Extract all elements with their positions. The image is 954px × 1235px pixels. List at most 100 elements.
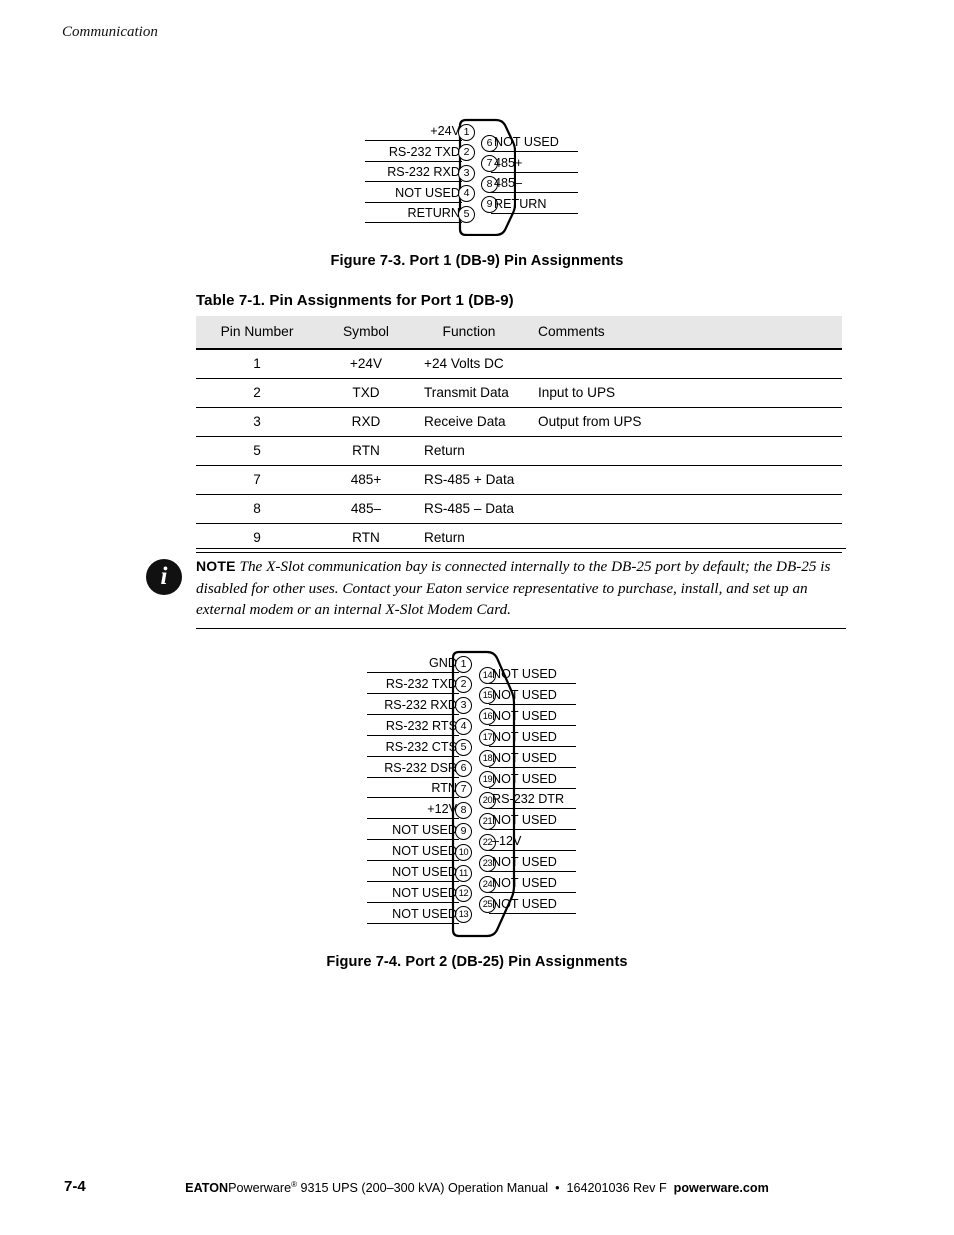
pin-lead-line <box>489 892 576 893</box>
pin-label-8: 485– <box>494 176 523 191</box>
pin-7: 7 <box>455 780 472 798</box>
note-body-text: The X-Slot communication bay is connecte… <box>196 558 831 619</box>
pin-label-22: –12V <box>492 834 522 849</box>
pin-label-2: RS-232 TXD <box>388 144 460 159</box>
pin-label-13: NOT USED <box>392 906 457 921</box>
db9-connector-diagram: 1 +24V 2 RS-232 TXD 3 RS-232 RXD 4 NOT USED 5 RET… <box>0 118 954 236</box>
cell-symbol: RXD <box>318 407 414 437</box>
pin-lead-line <box>365 222 462 224</box>
pin-lead-line <box>489 871 576 873</box>
cell-function: RS-485 – Data <box>414 494 524 524</box>
pin-1: 1 <box>458 123 475 141</box>
pin-lead-line <box>489 850 576 852</box>
table-header-row: Pin Number Symbol Function Comments <box>196 316 842 349</box>
running-header-section: Communication <box>62 24 158 40</box>
pin-label-18: NOT USED <box>492 750 557 765</box>
note-keyword: NOTE <box>196 558 236 574</box>
cell-pin-number: 7 <box>196 465 318 495</box>
note-bottom-rule <box>196 627 846 629</box>
pin-10: 10 <box>455 843 472 861</box>
pin-lead-line <box>489 745 576 747</box>
pin-1: 1 <box>455 655 472 673</box>
pin-lead-line <box>365 201 462 203</box>
pin-lead-line <box>489 829 576 831</box>
pin-lead-line <box>367 713 459 715</box>
pin-label-9: RETURN <box>494 196 547 211</box>
pin-lead-line <box>367 797 459 799</box>
cell-comments <box>524 494 842 524</box>
pin-lead-line <box>489 912 576 914</box>
pin-lead-line <box>367 692 459 694</box>
info-icon: i <box>146 559 182 595</box>
pin-12: 12 <box>455 885 472 903</box>
pin-lead-line <box>491 151 578 152</box>
pin-4: 4 <box>455 718 472 736</box>
pin-label-11: NOT USED <box>392 865 457 879</box>
cell-symbol: 485+ <box>318 465 414 495</box>
pin-lead-line <box>489 703 576 705</box>
table-7-1-caption: Table 7-1. Pin Assignments for Port 1 (D… <box>196 292 514 309</box>
cell-symbol: TXD <box>318 378 414 408</box>
note-block: i NOTE The X-Slot communication bay is c… <box>146 548 846 629</box>
pin-label-2: RS-232 TXD <box>385 676 457 691</box>
pin-lead-line <box>367 839 459 841</box>
pin-lead-line <box>491 212 578 214</box>
column-header-symbol: Symbol <box>318 316 414 349</box>
pin-5: 5 <box>458 205 475 223</box>
pin-label-25: NOT USED <box>492 896 557 911</box>
pin-lead-line <box>491 192 578 194</box>
pin-label-19: NOT USED <box>492 771 557 786</box>
table-row: 7 485+ RS-485 + Data <box>196 465 842 495</box>
pin-lead-line <box>367 901 459 903</box>
pin-lead-line <box>367 755 459 757</box>
pin-label-24: NOT USED <box>492 876 557 890</box>
footer-doc-number: 164201036 Rev F <box>566 1181 667 1196</box>
pin-label-23: NOT USED <box>492 855 557 870</box>
table-row: 8 485– RS-485 – Data <box>196 494 842 524</box>
figure-7-4-caption: Figure 7-4. Port 2 (DB-25) Pin Assignmen… <box>326 954 628 970</box>
pin-label-5: RS-232 CTS <box>385 739 457 754</box>
pin-lead-line <box>367 776 459 778</box>
pin-lead-line <box>365 140 462 141</box>
cell-function: Receive Data <box>414 407 524 437</box>
cell-comments <box>524 465 842 495</box>
pin-2: 2 <box>458 144 475 162</box>
cell-symbol: 485– <box>318 494 414 524</box>
pin-3: 3 <box>458 164 475 182</box>
cell-pin-number: 2 <box>196 378 318 408</box>
pin-assignments-table: Pin Number Symbol Function Comments 1 +24… <box>196 316 842 553</box>
footer-description: 9315 UPS (200–300 kVA) Operation Manual <box>297 1181 549 1196</box>
table-row: 2 TXD Transmit Data Input to UPS <box>196 378 842 408</box>
figure-7-3-caption: Figure 7-3. Port 1 (DB-9) Pin Assignment… <box>330 253 624 269</box>
table-body: 1 +24V +24 Volts DC 2 TXD Transmit Data Input … <box>196 348 842 553</box>
note-text: NOTE The X-Slot communication bay is con… <box>196 555 846 621</box>
pin-label-21: NOT USED <box>492 813 557 828</box>
cell-function: Transmit Data <box>414 378 524 408</box>
db25-connector-diagram: 1 GND 2 RS-232 TXD 3 RS-232 RXD 4 RS-232 RTS 5 RS… <box>0 650 954 938</box>
pin-label-1: +24V <box>430 124 460 138</box>
pin-6: 6 <box>455 760 472 777</box>
footer-citation: EATONPowerware® 9315 UPS (200–300 kVA) O… <box>0 1180 954 1195</box>
pin-label-16: NOT USED <box>492 708 557 723</box>
pin-label-4: NOT USED <box>395 185 460 200</box>
pin-label-15: NOT USED <box>492 687 557 702</box>
pin-label-5: RETURN <box>407 206 460 221</box>
column-header-pin-number: Pin Number <box>196 316 318 349</box>
pin-lead-line <box>365 160 462 162</box>
cell-comments: Output from UPS <box>524 407 842 437</box>
pin-label-6: RS-232 DSR <box>384 760 457 775</box>
pin-lead-line <box>367 818 459 820</box>
pin-lead-line <box>367 860 459 862</box>
footer-brand: EATON <box>185 1181 229 1196</box>
pin-lead-line <box>489 724 576 726</box>
pin-11: 11 <box>455 864 472 882</box>
pin-lead-line <box>367 922 459 924</box>
pin-lead-line <box>365 181 462 183</box>
table-row: 5 RTN Return <box>196 436 842 466</box>
pin-lead-line <box>367 881 459 882</box>
cell-comments: Input to UPS <box>524 378 842 408</box>
pin-label-17: NOT USED <box>492 729 557 744</box>
pin-lead-line <box>367 734 459 736</box>
pin-5: 5 <box>455 739 472 757</box>
pin-label-20: RS-232 DTR <box>492 792 565 807</box>
